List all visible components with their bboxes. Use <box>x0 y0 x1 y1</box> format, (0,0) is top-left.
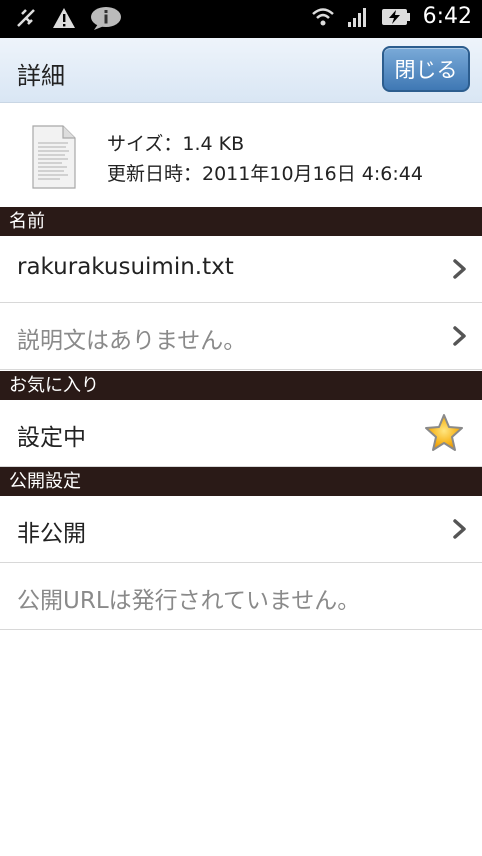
section-header-favorite: お気に入り <box>0 371 482 400</box>
chevron-right-icon <box>453 326 466 346</box>
clock: 6:42 <box>422 4 472 29</box>
public-url-note: 公開URLは発行されていません。 <box>17 588 361 614</box>
usb-debug-icon <box>17 9 35 27</box>
close-button[interactable]: 閉じる <box>382 46 470 92</box>
chevron-right-icon <box>453 259 466 279</box>
description: 説明文はありません。 <box>17 328 247 354</box>
favorite-row[interactable]: 設定中 <box>0 400 482 467</box>
public-url-row: 公開URLは発行されていません。 <box>0 563 482 630</box>
page-title: 詳細 <box>17 62 65 90</box>
file-info: サイズ：1.4 KB 更新日時：2011年10月16日 4:6:44 <box>0 103 482 207</box>
filename-row[interactable]: rakurakusuimin.txt <box>0 236 482 303</box>
signal-icon <box>347 7 366 27</box>
description-row[interactable]: 説明文はありません。 <box>0 303 482 370</box>
status-bar: 6:42 <box>0 0 482 38</box>
battery-charging-icon <box>381 8 410 25</box>
filename: rakurakusuimin.txt <box>17 254 234 280</box>
publish-status: 非公開 <box>17 521 86 547</box>
section-header-name: 名前 <box>0 207 482 236</box>
modified-date: 更新日時：2011年10月16日 4:6:44 <box>107 163 423 185</box>
warning-icon <box>53 8 75 28</box>
file-size: サイズ：1.4 KB <box>107 133 245 155</box>
star-icon[interactable] <box>424 413 464 453</box>
title-bar: 詳細 閉じる <box>0 38 482 103</box>
favorite-status: 設定中 <box>17 425 86 451</box>
chevron-right-icon <box>453 519 466 539</box>
system-icons: 6:42 <box>311 4 472 29</box>
section-header-publish: 公開設定 <box>0 467 482 496</box>
wifi-icon <box>311 7 334 25</box>
text-file-icon <box>32 125 76 189</box>
notification-icons <box>14 6 122 30</box>
chat-bubble-icon <box>91 7 121 30</box>
publish-row[interactable]: 非公開 <box>0 496 482 563</box>
